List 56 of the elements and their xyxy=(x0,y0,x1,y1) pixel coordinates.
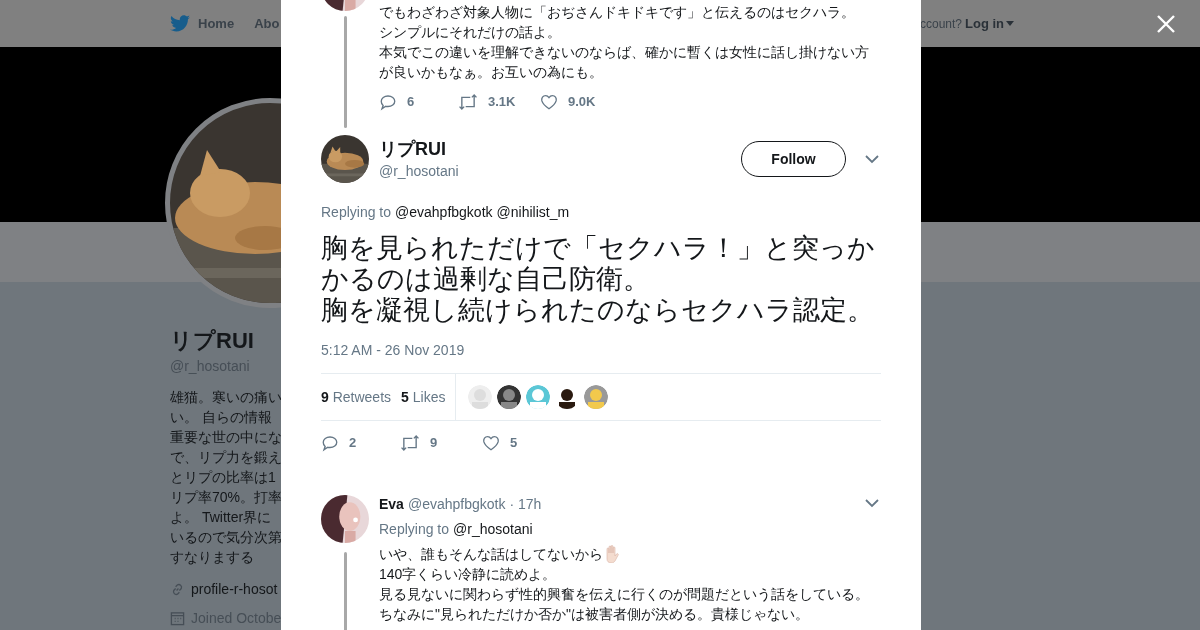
mention-link[interactable]: @r_hosotani xyxy=(453,518,533,540)
tweet-stat[interactable]: 5 Likes xyxy=(401,386,446,408)
profile-bio-line: とリプの比率は1 xyxy=(170,468,276,487)
raised-hand-icon xyxy=(604,544,620,563)
tweet-timestamp[interactable]: 5:12 AM - 26 Nov 2019 xyxy=(321,340,881,361)
bird-icon xyxy=(170,15,190,32)
profile-website[interactable]: profile-r-hosot xyxy=(191,579,278,600)
reply-icon[interactable] xyxy=(321,433,339,452)
tweet-text-line: 本気でこの違いを理解できないのならば、確かに暫くは女性に話し掛けない方 xyxy=(379,43,869,62)
action-count: 9.0K xyxy=(568,93,596,111)
profile-bio-line: い。 自らの情報 xyxy=(170,408,272,427)
profile-bio-line: いるので気分次第 xyxy=(170,528,282,547)
action-count: 2 xyxy=(349,434,357,452)
tweet-text-line: ちなみに"見られただけか否か"は被害者側が決める。貴様じゃない。 xyxy=(379,604,809,624)
link-icon xyxy=(170,582,185,597)
action-count: 5 xyxy=(510,434,518,452)
retweet-icon[interactable] xyxy=(400,433,420,452)
heart-icon[interactable] xyxy=(482,433,500,452)
mention-link[interactable]: @evahpfbgkotk xyxy=(395,202,493,223)
tweet-time[interactable]: · 17h xyxy=(509,494,542,513)
profile-bio-line: リプ率70%。打率 xyxy=(170,488,283,507)
tweet-text-line: 見る見ないに関わらず性的興奮を伝えに行くのが問題だという話をしている。 xyxy=(379,584,869,604)
heart-icon[interactable] xyxy=(540,92,558,111)
author-name[interactable]: リプRUI xyxy=(379,137,459,161)
profile-bio-line: 重要な世の中にな xyxy=(170,428,282,447)
profile-bio-line: すなりまする xyxy=(170,548,254,567)
action-count: 3.1K xyxy=(488,93,516,111)
tweet-text-line: シンプルにそれだけの話よ。 xyxy=(379,23,561,42)
profile-name: リプRUI xyxy=(170,327,254,355)
chevron-down-icon[interactable] xyxy=(865,499,879,508)
tweet-text-line: 胸を見られただけで「セクハラ！」と突っか xyxy=(321,233,875,264)
reply-icon[interactable] xyxy=(379,92,397,111)
caret-icon xyxy=(1006,21,1014,26)
chevron-down-icon[interactable] xyxy=(865,154,879,164)
author-handle[interactable]: @evahpfbgkotk xyxy=(407,494,506,513)
tweet-text-line: 胸を凝視し続けられたのならセクハラ認定。 xyxy=(321,295,874,326)
tweet-text-line: 140字くらい冷静に読めよ。 xyxy=(379,564,557,584)
author-handle[interactable]: @r_hosotani xyxy=(379,161,459,181)
author-name[interactable]: Eva xyxy=(379,494,404,513)
tweet-text-line: かるのは過剰な自己防衛。 xyxy=(321,264,650,295)
close-icon xyxy=(1157,15,1175,33)
mention-link[interactable]: @nihilist_m xyxy=(496,202,570,223)
tweet-text-line: でもわざわざ対象人物に「おぢさんドキドキです」と伝えるのはセクハラ。 xyxy=(379,3,855,22)
replying-label: Replying to xyxy=(321,203,392,222)
profile-bio-line: で、リプ力を鍛え xyxy=(170,448,282,467)
calendar-icon xyxy=(170,611,185,626)
profile-bio-line: よ。 Twitter界に xyxy=(170,508,272,527)
retweet-icon[interactable] xyxy=(458,92,478,111)
tweet-stat[interactable]: 9 Retweets xyxy=(321,386,392,408)
replying-label: Replying to xyxy=(379,519,450,539)
account-prompt: ccount? xyxy=(919,15,962,33)
tweet-text-line: が良いかもなぁ。お互いの為にも。 xyxy=(379,63,603,82)
profile-bio-line: 雄猫。寒いの痛い xyxy=(170,388,282,407)
action-count: 9 xyxy=(430,434,438,452)
action-count: 6 xyxy=(407,93,415,111)
tweet-text-line: いや、誰もそんな話はしてないから xyxy=(379,544,603,564)
